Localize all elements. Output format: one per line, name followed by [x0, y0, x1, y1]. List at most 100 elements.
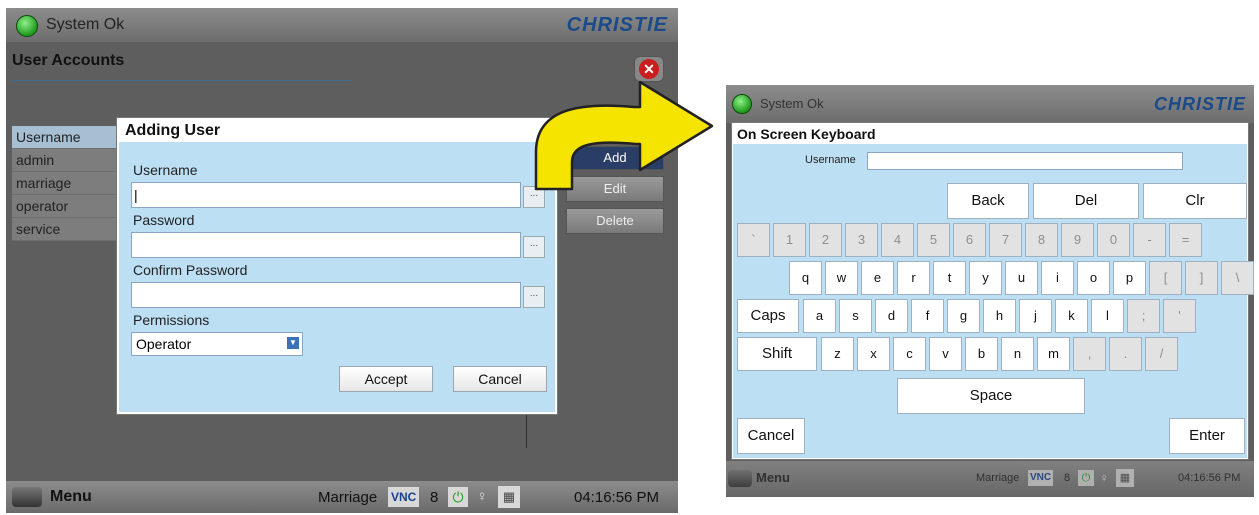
christie-logo: CHRISTIE [566, 14, 668, 36]
key-y[interactable]: y [969, 261, 1002, 295]
key-symbol[interactable]: . [1109, 337, 1142, 371]
menu-icon [728, 470, 752, 487]
username-value: | [134, 187, 138, 203]
key-symbol[interactable]: ' [1163, 299, 1196, 333]
key-symbol[interactable]: \ [1221, 261, 1254, 295]
key-r[interactable]: r [897, 261, 930, 295]
vnc-indicator: VNC [1028, 470, 1054, 486]
key-b[interactable]: b [965, 337, 998, 371]
confirm-password-field[interactable] [131, 282, 521, 308]
status-text: System Ok [760, 96, 824, 111]
accept-button[interactable]: Accept [339, 366, 433, 392]
password-keyboard-button[interactable]: ... [523, 236, 545, 258]
password-field[interactable] [131, 232, 521, 258]
vnc-indicator: VNC [388, 487, 420, 507]
key-h[interactable]: h [983, 299, 1016, 333]
key-6[interactable]: 6 [953, 223, 986, 257]
clr-key[interactable]: Clr [1143, 183, 1247, 219]
key-2[interactable]: 2 [809, 223, 842, 257]
user-list-item[interactable]: marriage [12, 172, 122, 195]
key-s[interactable]: s [839, 299, 872, 333]
status-bar: System Ok CHRISTIE [6, 8, 678, 42]
divider-line [526, 408, 527, 448]
cancel-button[interactable]: Cancel [453, 366, 547, 392]
key-9[interactable]: 9 [1061, 223, 1094, 257]
key-m[interactable]: m [1037, 337, 1070, 371]
adding-user-dialog: Adding User Username | ... Password ... … [117, 118, 557, 414]
keyboard-input-field[interactable] [867, 152, 1183, 170]
menu-label: Menu [756, 470, 790, 485]
key-4[interactable]: 4 [881, 223, 914, 257]
key-7[interactable]: 7 [989, 223, 1022, 257]
key-v[interactable]: v [929, 337, 962, 371]
menu-button[interactable]: Menu [12, 484, 102, 510]
key-symbol[interactable]: [ [1149, 261, 1182, 295]
key-f[interactable]: f [911, 299, 944, 333]
key-0[interactable]: 0 [1097, 223, 1130, 257]
key-symbol[interactable]: = [1169, 223, 1202, 257]
key-q[interactable]: q [789, 261, 822, 295]
key-symbol[interactable]: / [1145, 337, 1178, 371]
username-field[interactable]: | [131, 182, 521, 208]
user-list-item[interactable]: operator [12, 195, 122, 218]
bottom-bar: Menu Marriage VNC 8 ⏻ ♀ ▦ 04:16:56 PM [6, 481, 678, 513]
username-label: Username [133, 162, 198, 178]
key-n[interactable]: n [1001, 337, 1034, 371]
key-i[interactable]: i [1041, 261, 1074, 295]
key-z[interactable]: z [821, 337, 854, 371]
key-j[interactable]: j [1019, 299, 1052, 333]
key-w[interactable]: w [825, 261, 858, 295]
key-o[interactable]: o [1077, 261, 1110, 295]
key-symbol[interactable]: - [1133, 223, 1166, 257]
status-led-icon [16, 15, 38, 37]
key-1[interactable]: 1 [773, 223, 806, 257]
permissions-value: Operator [136, 336, 192, 352]
key-l[interactable]: l [1091, 299, 1124, 333]
current-user: Marriage [318, 489, 378, 506]
user-list-item[interactable]: service [12, 218, 122, 241]
dialog-title: Adding User [119, 120, 555, 142]
key-symbol[interactable]: ; [1127, 299, 1160, 333]
cancel-key[interactable]: Cancel [737, 418, 805, 454]
password-label: Password [133, 212, 195, 228]
key-g[interactable]: g [947, 299, 980, 333]
user-list-item[interactable]: admin [12, 149, 122, 172]
status-text: System Ok [46, 16, 125, 33]
title-underline [12, 80, 352, 81]
key-x[interactable]: x [857, 337, 890, 371]
key-d[interactable]: d [875, 299, 908, 333]
key-p[interactable]: p [1113, 261, 1146, 295]
key-8[interactable]: 8 [1025, 223, 1058, 257]
connection-count: 8 [1064, 472, 1071, 484]
caps-key[interactable]: Caps [737, 299, 799, 333]
key-5[interactable]: 5 [917, 223, 950, 257]
space-key[interactable]: Space [897, 378, 1085, 414]
key-symbol[interactable]: , [1073, 337, 1106, 371]
key-e[interactable]: e [861, 261, 894, 295]
projector-icon: ▦ [498, 486, 520, 508]
back-key[interactable]: Back [947, 183, 1029, 219]
key-a[interactable]: a [803, 299, 836, 333]
shift-key[interactable]: Shift [737, 337, 817, 371]
key-3[interactable]: 3 [845, 223, 878, 257]
confirm-keyboard-button[interactable]: ... [523, 286, 545, 308]
key-c[interactable]: c [893, 337, 926, 371]
enter-key[interactable]: Enter [1169, 418, 1245, 454]
delete-button[interactable]: Delete [566, 208, 664, 234]
connection-count: 8 [430, 489, 439, 506]
del-key[interactable]: Del [1033, 183, 1139, 219]
menu-button[interactable]: Menu [728, 467, 808, 491]
clock-time: 04:16:56 PM [574, 489, 660, 506]
key-symbol[interactable]: ] [1185, 261, 1218, 295]
key-t[interactable]: t [933, 261, 966, 295]
current-user: Marriage [976, 472, 1020, 484]
christie-logo: CHRISTIE [1153, 94, 1246, 114]
key-u[interactable]: u [1005, 261, 1038, 295]
projector-icon: ▦ [1116, 469, 1134, 487]
menu-label: Menu [50, 488, 92, 505]
key-k[interactable]: k [1055, 299, 1088, 333]
menu-icon [12, 487, 42, 507]
user-list-header: Username [12, 126, 122, 149]
key-symbol[interactable]: ` [737, 223, 770, 257]
permissions-select[interactable]: Operator ▼ [131, 332, 303, 356]
